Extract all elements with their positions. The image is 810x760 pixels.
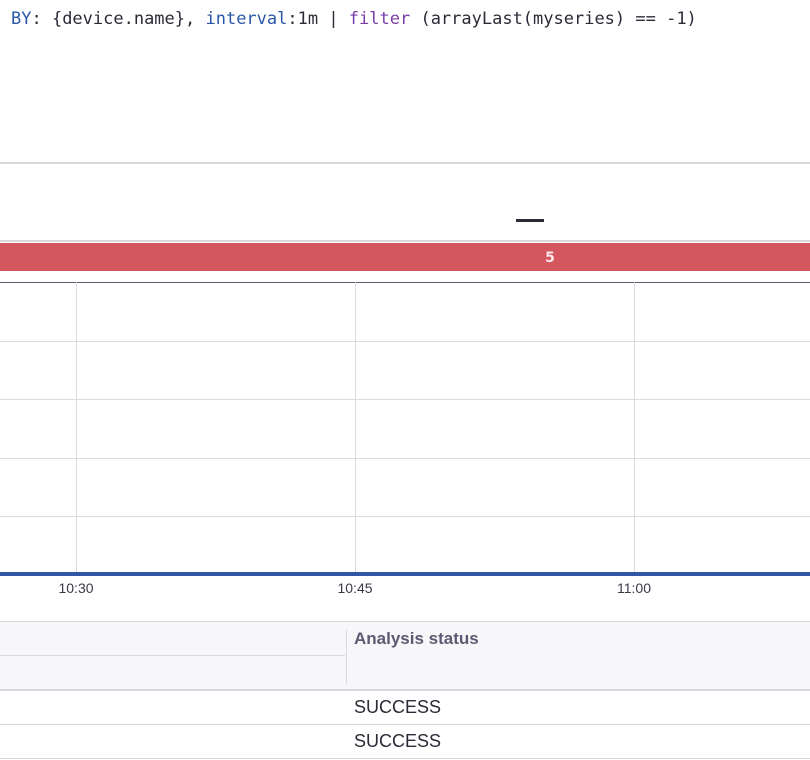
- x-tick-label: 10:30: [58, 580, 94, 596]
- timeseries-chart[interactable]: [0, 282, 810, 582]
- query-interval-value: :1m |: [287, 9, 349, 29]
- query-filter-expression: (arrayLast(myseries) == -1): [410, 9, 697, 29]
- column-separator: [346, 630, 347, 684]
- row-divider: [0, 724, 810, 725]
- query-line[interactable]: BY: {device.name}, interval:1m | filter …: [0, 0, 810, 38]
- x-tick-label: 10:45: [337, 580, 373, 596]
- table-header-border: [0, 689, 810, 691]
- query-by-keyword: BY: [11, 9, 32, 29]
- divider: [0, 162, 810, 164]
- query-by-clause: : {device.name},: [31, 9, 206, 29]
- honeycomb-cell[interactable]: [0, 243, 810, 271]
- table-cell-status: SUCCESS: [354, 697, 442, 717]
- divider: [0, 240, 810, 242]
- x-tick-label: 11:00: [617, 580, 651, 596]
- chart-grid: [0, 282, 810, 574]
- query-interval-keyword: interval: [205, 9, 288, 29]
- row-divider: [0, 758, 810, 759]
- single-value-empty-dash: [516, 219, 544, 222]
- query-filter-keyword: filter: [348, 9, 411, 29]
- header-subdivider: [0, 655, 345, 656]
- table-cell-status: SUCCESS: [354, 731, 442, 751]
- honeycomb-value: 5: [545, 250, 555, 266]
- column-header-analysis-status[interactable]: Analysis status: [354, 629, 479, 649]
